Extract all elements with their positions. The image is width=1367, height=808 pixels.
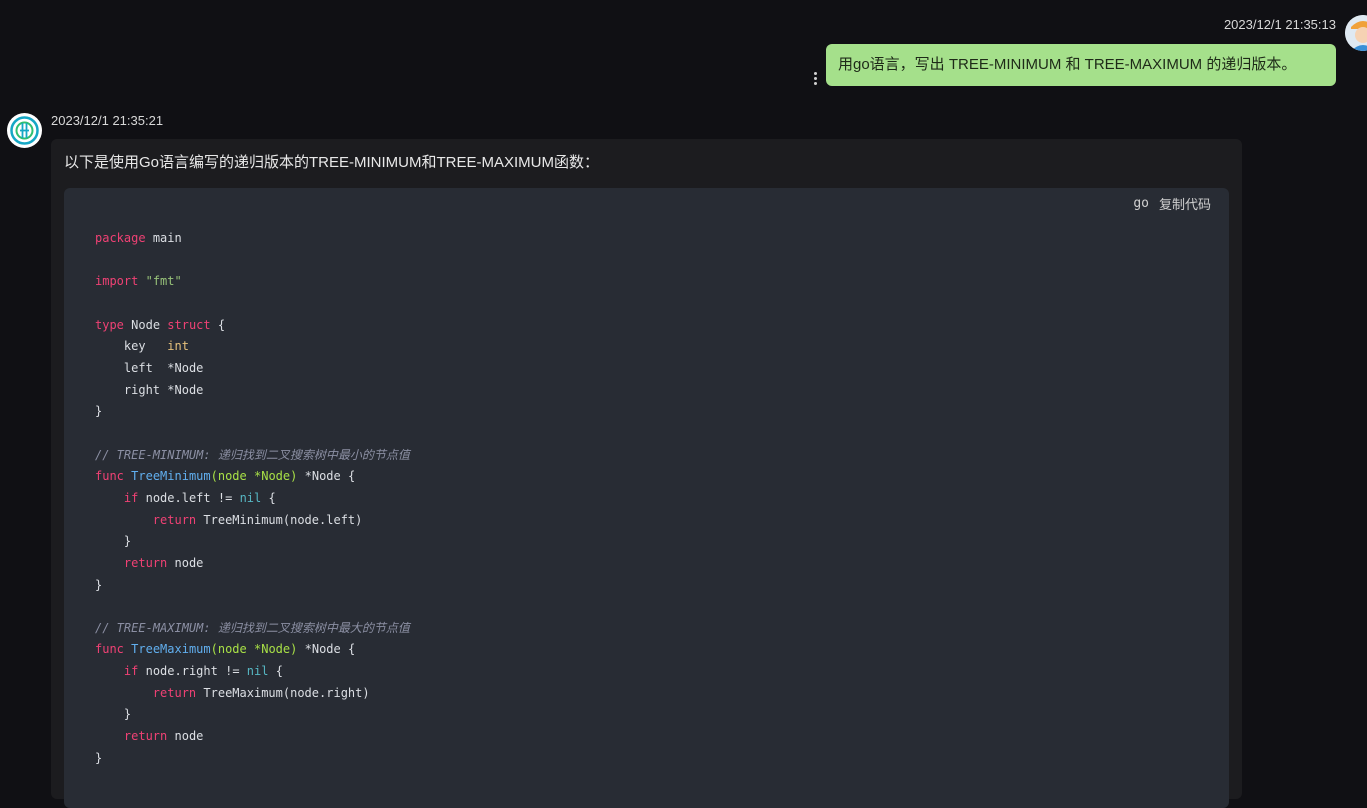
code-line: import "fmt" [95, 274, 182, 289]
bot-message-intro: 以下是使用Go语言编写的递归版本的TREE-MINIMUM和TREE-MAXIM… [64, 154, 599, 171]
code-line: if node.left != nil { [123, 490, 276, 505]
code-line: } [123, 707, 132, 722]
code-line: } [95, 404, 103, 419]
bot-message-timestamp: 2023/12/1 21:35:21 [51, 113, 164, 128]
code-line: type Node struct { [95, 317, 226, 332]
code-line: func TreeMaximum(node *Node) *Node { [95, 642, 356, 657]
code-line: } [95, 577, 103, 592]
code-block: go 复制代码 package main import "fmt" type N… [64, 188, 1229, 808]
code-line: package main [95, 231, 182, 245]
code-content: package main import "fmt" type Node stru… [95, 228, 410, 769]
code-line: return TreeMaximum(node.right) [152, 685, 370, 700]
code-line: if node.right != nil { [123, 664, 283, 679]
code-line: return TreeMinimum(node.left) [152, 512, 363, 527]
bot-logo-icon[interactable] [7, 113, 42, 148]
code-line: right *Node [123, 382, 204, 397]
code-line: left *Node [123, 360, 204, 375]
user-message-timestamp: 2023/12/1 21:35:13 [1223, 17, 1336, 32]
code-language-label: go [1133, 196, 1149, 211]
code-line: return node [123, 555, 204, 570]
code-line: // TREE-MINIMUM: 递归找到二叉搜索树中最小的节点值 [95, 447, 410, 462]
user-message-bubble: 用go语言，写出 TREE-MINIMUM 和 TREE-MAXIMUM 的递归… [826, 44, 1336, 86]
code-line: // TREE-MAXIMUM: 递归找到二叉搜索树中最大的节点值 [95, 620, 410, 635]
code-line: } [95, 750, 103, 765]
code-line: } [123, 534, 132, 549]
user-avatar-icon[interactable] [1345, 15, 1367, 51]
bot-message-card: 以下是使用Go语言编写的递归版本的TREE-MINIMUM和TREE-MAXIM… [51, 139, 1242, 808]
code-line: key int [123, 339, 189, 354]
copy-code-button[interactable]: 复制代码 [1159, 194, 1211, 213]
more-options-icon[interactable] [808, 70, 822, 88]
code-line: return node [123, 729, 204, 744]
code-line: func TreeMinimum(node *Node) *Node { [95, 469, 356, 484]
